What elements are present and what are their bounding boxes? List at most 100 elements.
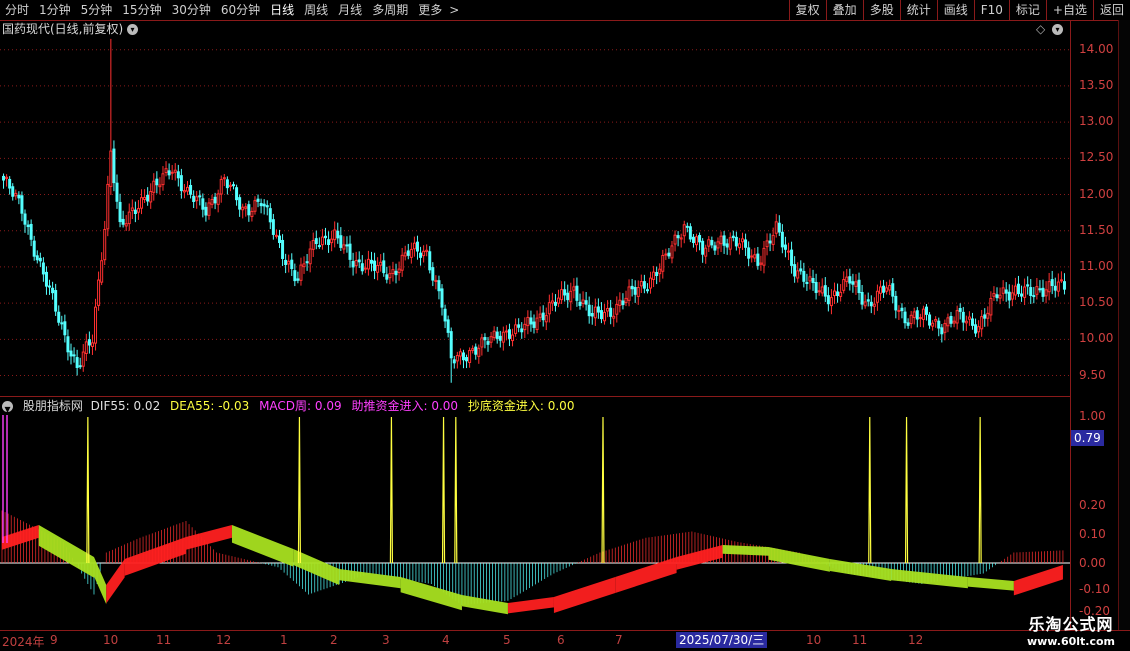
date-tick: 4 bbox=[442, 633, 450, 647]
candle-body bbox=[302, 263, 306, 268]
candle-body bbox=[5, 176, 9, 179]
indicator-pane[interactable]: ▾ 股朋指标网 DIF55: 0.02 DEA55: -0.03 MACD周: … bbox=[0, 397, 1070, 630]
candle-body bbox=[750, 255, 754, 258]
candle-body bbox=[823, 285, 827, 297]
indicator-tick: 0.00 bbox=[1079, 556, 1106, 570]
candle-body bbox=[771, 234, 775, 245]
candle-body bbox=[277, 235, 281, 244]
candle-body bbox=[486, 341, 490, 345]
side-panel-strip[interactable] bbox=[1118, 20, 1130, 630]
main-chart-pane[interactable]: 国药现代(日线,前复权) ▾ ◇ ▾ bbox=[0, 20, 1070, 397]
dif-dea-band bbox=[1013, 565, 1063, 596]
candle-body bbox=[507, 329, 511, 339]
candle-body bbox=[931, 322, 935, 327]
candle-body bbox=[118, 201, 122, 223]
date-axis: 2024年 9 10 11 12 1 2 3 4 5 6 7 2025/07/30/三 10 11 12 bbox=[0, 630, 1130, 651]
period-tab-0[interactable]: 分时 bbox=[0, 0, 34, 20]
date-tick: 12 bbox=[216, 633, 232, 647]
candle-body bbox=[247, 204, 251, 216]
toolbar-button-6[interactable]: 标记 bbox=[1008, 0, 1046, 20]
candle-body bbox=[906, 322, 910, 326]
candle-body bbox=[722, 235, 726, 246]
candle-body bbox=[943, 323, 947, 333]
candle-body bbox=[489, 336, 493, 343]
toolbar-button-1[interactable]: 叠加 bbox=[825, 0, 863, 20]
candle-body bbox=[290, 259, 294, 270]
toolbar-button-8[interactable]: 返回 bbox=[1092, 0, 1130, 20]
toolbar-button-0[interactable]: 复权 bbox=[788, 0, 826, 20]
candle-body bbox=[357, 259, 361, 263]
candle-body bbox=[57, 311, 61, 323]
toolbar-button-3[interactable]: 统计 bbox=[899, 0, 937, 20]
candle-body bbox=[323, 235, 327, 239]
period-tab-9[interactable]: 多周期 bbox=[367, 0, 413, 20]
candle-body bbox=[983, 314, 987, 319]
candle-body bbox=[415, 241, 419, 252]
period-tab-8[interactable]: 月线 bbox=[333, 0, 367, 20]
candle-body bbox=[691, 236, 695, 243]
date-tick: 5 bbox=[503, 633, 511, 647]
toolbar-button-4[interactable]: 画线 bbox=[936, 0, 974, 20]
candle-body bbox=[186, 186, 190, 192]
candle-body bbox=[1010, 292, 1014, 300]
dif-dea-band bbox=[38, 525, 94, 578]
candle-body bbox=[388, 273, 392, 279]
candle-body bbox=[725, 243, 729, 248]
period-tab-2[interactable]: 5分钟 bbox=[76, 0, 118, 20]
period-tab-10[interactable]: 更多 bbox=[413, 0, 447, 20]
candle-body bbox=[241, 206, 245, 211]
candle-body bbox=[946, 317, 950, 327]
candle-body bbox=[26, 224, 30, 228]
toolbar-button-7[interactable]: +自选 bbox=[1045, 0, 1093, 20]
candle-body bbox=[103, 229, 107, 261]
candle-body bbox=[109, 150, 113, 187]
candle-body bbox=[606, 308, 610, 312]
candle-body bbox=[87, 339, 91, 346]
candle-body bbox=[419, 252, 423, 258]
indicator-chart[interactable] bbox=[0, 397, 1070, 630]
candle-body bbox=[1050, 279, 1054, 287]
candle-body bbox=[66, 336, 70, 353]
bottom-fund-spike bbox=[441, 416, 446, 564]
candle-body bbox=[397, 268, 401, 274]
candle-body bbox=[814, 281, 818, 293]
candle-body bbox=[455, 354, 459, 362]
chevron-right-icon[interactable]: > bbox=[447, 0, 461, 20]
candle-body bbox=[612, 315, 616, 319]
candle-body bbox=[569, 290, 573, 303]
period-tab-1[interactable]: 1分钟 bbox=[34, 0, 76, 20]
candle-body bbox=[682, 224, 686, 237]
candle-body bbox=[1026, 284, 1030, 287]
chevron-down-icon[interactable]: ▾ bbox=[2, 401, 13, 416]
period-tab-5[interactable]: 60分钟 bbox=[216, 0, 265, 20]
period-tab-4[interactable]: 30分钟 bbox=[167, 0, 216, 20]
candle-body bbox=[875, 290, 879, 303]
dif-dea-band bbox=[461, 595, 508, 615]
candle-body bbox=[652, 271, 656, 280]
candle-body bbox=[535, 317, 539, 330]
candle-body bbox=[265, 205, 269, 208]
candle-body bbox=[532, 321, 536, 328]
candle-body bbox=[544, 315, 548, 323]
candle-body bbox=[891, 283, 895, 297]
candlestick-chart[interactable] bbox=[0, 20, 1070, 396]
date-tick: 12 bbox=[908, 633, 924, 647]
period-tab-7[interactable]: 周线 bbox=[299, 0, 333, 20]
candle-body bbox=[888, 285, 892, 291]
period-tab-6[interactable]: 日线 bbox=[265, 0, 299, 20]
candle-body bbox=[878, 286, 882, 294]
candle-body bbox=[842, 279, 846, 291]
candle-body bbox=[314, 238, 318, 244]
candle-body bbox=[130, 207, 134, 212]
candle-body bbox=[1013, 285, 1017, 296]
push-fund-value: 助推资金进入: 0.00 bbox=[351, 399, 459, 413]
toolbar-button-5[interactable]: F10 bbox=[973, 0, 1009, 20]
candle-body bbox=[603, 311, 607, 322]
period-tab-3[interactable]: 15分钟 bbox=[117, 0, 166, 20]
toolbar-button-2[interactable]: 多股 bbox=[862, 0, 900, 20]
candle-body bbox=[1047, 281, 1051, 293]
candle-body bbox=[75, 357, 79, 368]
candle-body bbox=[501, 331, 505, 343]
candle-body bbox=[480, 337, 484, 348]
price-tick: 10.00 bbox=[1079, 331, 1114, 346]
